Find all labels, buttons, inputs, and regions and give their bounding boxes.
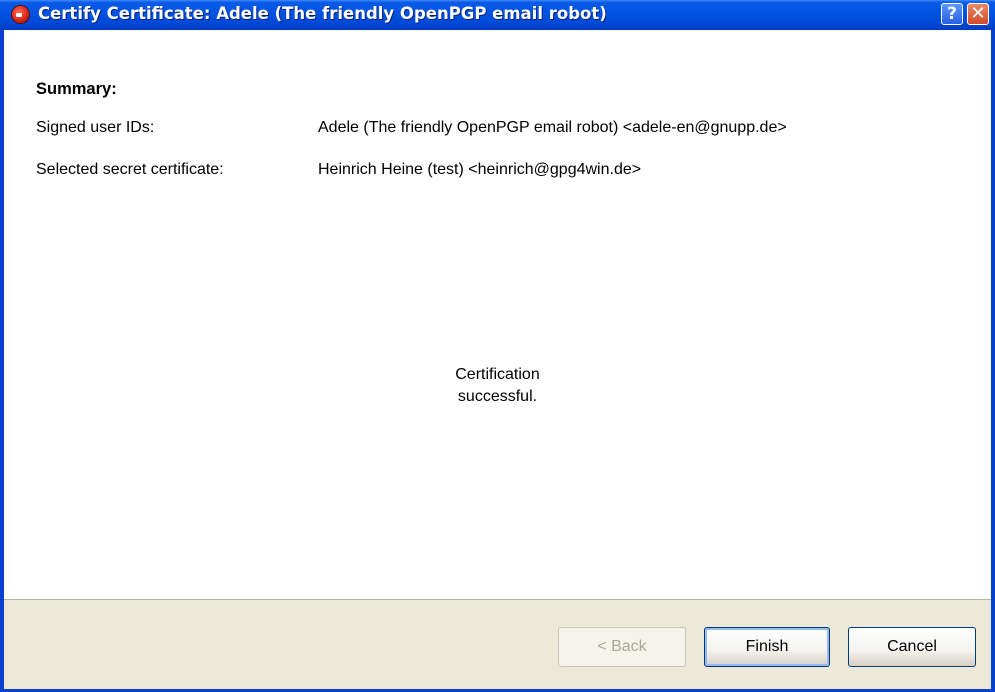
close-icon: ✕	[970, 3, 986, 24]
dialog-body: Summary: Signed user IDs: Adele (The fri…	[4, 30, 991, 689]
help-button[interactable]: ?	[941, 3, 963, 25]
summary-heading: Summary:	[36, 80, 117, 98]
signed-user-ids-label: Signed user IDs:	[36, 119, 155, 136]
back-button[interactable]: < Back	[558, 627, 686, 667]
status-line-1: Certification	[455, 366, 540, 383]
cancel-button[interactable]: Cancel	[848, 627, 976, 667]
window-title: Certify Certificate: Adele (The friendly…	[38, 4, 607, 23]
finish-button[interactable]: Finish	[704, 627, 830, 667]
close-button[interactable]: ✕	[967, 3, 989, 25]
selected-secret-certificate-value: Heinrich Heine (test) <heinrich@gpg4win.…	[318, 161, 642, 178]
certify-certificate-window: Certify Certificate: Adele (The friendly…	[0, 0, 995, 692]
title-bar[interactable]: Certify Certificate: Adele (The friendly…	[0, 0, 995, 30]
button-bar: < Back Finish Cancel	[4, 599, 991, 689]
selected-secret-certificate-label: Selected secret certificate:	[36, 161, 224, 178]
certification-status-message: Certification successful.	[4, 364, 991, 408]
signed-user-ids-value: Adele (The friendly OpenPGP email robot)…	[318, 119, 787, 136]
app-icon	[12, 6, 29, 23]
help-icon: ?	[947, 4, 957, 24]
status-line-2: successful.	[457, 388, 538, 405]
